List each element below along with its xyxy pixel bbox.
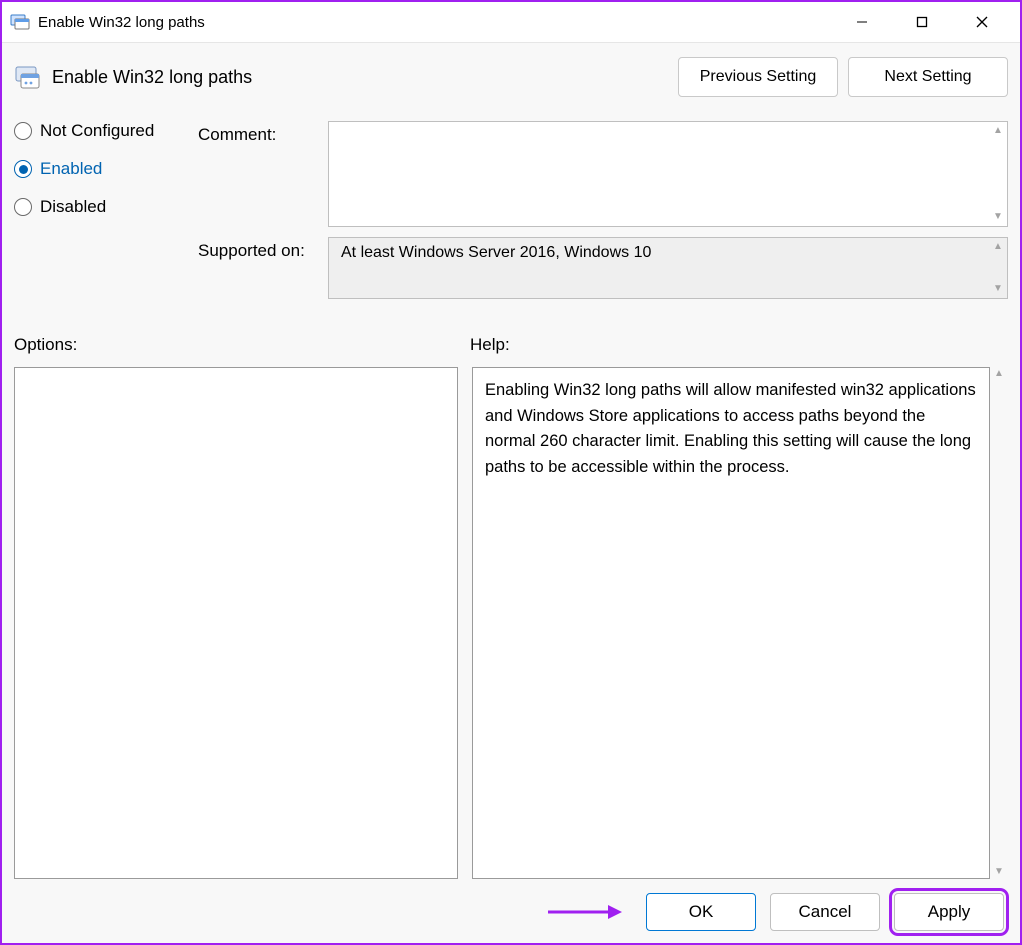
radio-not-configured[interactable]: Not Configured (14, 121, 198, 141)
radio-label: Disabled (40, 197, 106, 217)
maximize-button[interactable] (892, 3, 952, 41)
app-icon (10, 12, 30, 32)
content-area: Enable Win32 long paths Previous Setting… (2, 42, 1020, 943)
close-button[interactable] (952, 3, 1012, 41)
policy-icon (14, 63, 42, 91)
previous-setting-button[interactable]: Previous Setting (678, 57, 838, 97)
options-label: Options: (14, 335, 470, 355)
state-radio-group: Not Configured Enabled Disabled (14, 121, 198, 309)
nav-buttons: Previous Setting Next Setting (678, 57, 1008, 97)
help-panel: Enabling Win32 long paths will allow man… (472, 367, 990, 879)
scroll-up-icon: ▲ (993, 368, 1005, 380)
radio-circle-icon (14, 122, 32, 140)
lower-labels: Options: Help: (14, 335, 1008, 355)
radio-disabled[interactable]: Disabled (14, 197, 198, 217)
help-label: Help: (470, 335, 510, 355)
help-scrollbar[interactable]: ▲ ▼ (990, 367, 1008, 879)
scroll-down-icon: ▼ (992, 211, 1004, 223)
scroll-up-icon: ▲ (992, 241, 1004, 253)
supported-on-label: Supported on: (198, 237, 328, 299)
next-setting-button[interactable]: Next Setting (848, 57, 1008, 97)
cancel-button[interactable]: Cancel (770, 893, 880, 931)
help-wrap: Enabling Win32 long paths will allow man… (472, 367, 1008, 879)
help-text: Enabling Win32 long paths will allow man… (485, 381, 976, 476)
ok-button[interactable]: OK (646, 893, 756, 931)
bottom-button-bar: OK Cancel Apply (14, 879, 1008, 931)
radio-label: Not Configured (40, 121, 154, 141)
scroll-down-icon: ▼ (992, 283, 1004, 295)
scroll-up-icon: ▲ (992, 125, 1004, 137)
radio-enabled[interactable]: Enabled (14, 159, 198, 179)
supported-on-value: At least Windows Server 2016, Windows 10 (341, 244, 651, 261)
policy-editor-window: Enable Win32 long paths (0, 0, 1022, 945)
title-bar: Enable Win32 long paths (2, 2, 1020, 42)
window-controls (832, 3, 1012, 41)
panels-row: Enabling Win32 long paths will allow man… (14, 367, 1008, 879)
policy-header: Enable Win32 long paths Previous Setting… (14, 57, 1008, 97)
options-panel[interactable] (14, 367, 458, 879)
radio-label: Enabled (40, 159, 102, 179)
radio-circle-icon (14, 198, 32, 216)
window-title: Enable Win32 long paths (38, 14, 832, 31)
minimize-button[interactable] (832, 3, 892, 41)
apply-button[interactable]: Apply (894, 893, 1004, 931)
radio-dot-icon (19, 165, 28, 174)
policy-title: Enable Win32 long paths (52, 67, 678, 88)
scroll-down-icon: ▼ (993, 866, 1005, 878)
comment-textarea[interactable]: ▲ ▼ (328, 121, 1008, 227)
supported-on-box: At least Windows Server 2016, Windows 10… (328, 237, 1008, 299)
comment-label: Comment: (198, 121, 328, 227)
annotation-arrow-icon (546, 902, 624, 922)
radio-circle-icon (14, 160, 32, 178)
settings-grid: Not Configured Enabled Disabled Comment:… (14, 121, 1008, 309)
